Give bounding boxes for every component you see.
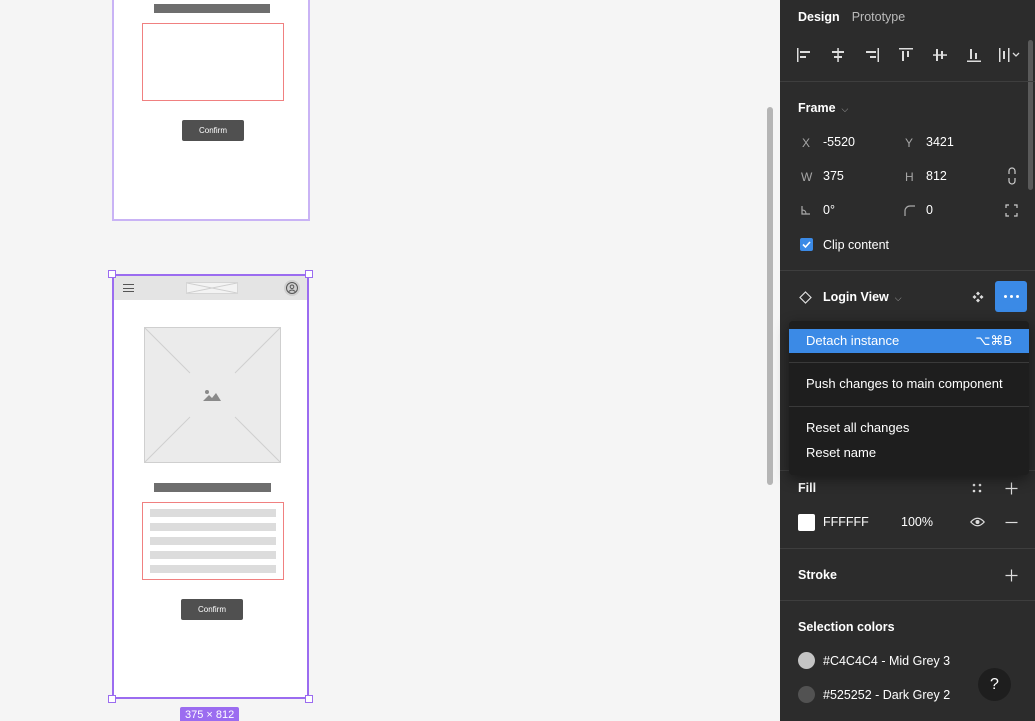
resize-handle-top-left[interactable]: [108, 270, 116, 278]
align-left-icon[interactable]: [794, 44, 814, 66]
add-fill-icon[interactable]: [1004, 481, 1018, 495]
x-label: X: [802, 136, 811, 150]
selection-color-label[interactable]: #C4C4C4 - Mid Grey 3: [823, 654, 950, 668]
divider: [780, 270, 1035, 271]
design-canvas[interactable]: Confirm Confirm 375 × 812: [0, 0, 780, 721]
text-line: [150, 537, 276, 545]
frame-section-title[interactable]: Frame ⌵: [798, 101, 848, 115]
menu-item-label: Detach instance: [806, 333, 900, 348]
size-label: 375 × 812: [180, 707, 240, 721]
image-icon: [203, 390, 221, 401]
menu-item-label: Reset name: [806, 445, 877, 460]
more-options-button[interactable]: [995, 281, 1027, 312]
menu-item-reset-name[interactable]: Reset name: [789, 441, 1029, 465]
clip-content-checkbox[interactable]: [800, 238, 813, 251]
fill-color-swatch[interactable]: [798, 514, 815, 531]
frame-title: Frame: [798, 101, 836, 115]
chevron-down-icon: ⌵: [841, 104, 849, 114]
chevron-down-icon: ⌵: [894, 293, 902, 303]
selection-color-swatch[interactable]: [798, 686, 815, 703]
align-bottom-icon[interactable]: [964, 44, 984, 66]
menu-item-push-changes[interactable]: Push changes to main component: [789, 372, 1029, 396]
go-to-main-component-icon[interactable]: [970, 289, 986, 305]
fill-opacity-input[interactable]: 100%: [901, 515, 933, 529]
width-input[interactable]: 375: [823, 169, 844, 183]
corner-radius-icon: [903, 204, 915, 216]
instance-name: Login View: [823, 290, 889, 304]
tab-prototype[interactable]: Prototype: [852, 10, 906, 24]
logo-placeholder: [186, 282, 238, 294]
confirm-button[interactable]: Confirm: [181, 599, 243, 620]
align-top-icon[interactable]: [896, 44, 916, 66]
phone-header: [114, 276, 307, 300]
frame-login-view[interactable]: Confirm: [112, 274, 309, 699]
heading-placeholder: [154, 483, 271, 492]
selection-colors-title: Selection colors: [798, 620, 895, 634]
resize-handle-bottom-right[interactable]: [305, 695, 313, 703]
h-label: H: [905, 170, 914, 184]
fill-hex-input[interactable]: FFFFFF: [823, 515, 869, 529]
rotation-icon: [800, 204, 812, 216]
component-instance-icon: [798, 290, 812, 304]
text-lines-box: [142, 502, 284, 580]
divider: [780, 600, 1035, 601]
height-input[interactable]: 812: [926, 169, 947, 183]
clip-content-label[interactable]: Clip content: [823, 238, 889, 252]
menu-item-reset-all-changes[interactable]: Reset all changes: [789, 416, 1029, 440]
menu-item-shortcut: ⌥⌘B: [975, 333, 1012, 348]
divider: [780, 81, 1035, 82]
menu-separator: [789, 406, 1029, 407]
corner-radius-input[interactable]: 0: [926, 203, 933, 217]
instance-options-menu: Detach instance ⌥⌘B Push changes to main…: [789, 321, 1029, 475]
align-horizontal-center-icon[interactable]: [828, 44, 848, 66]
menu-item-detach-instance[interactable]: Detach instance ⌥⌘B: [789, 329, 1029, 353]
remove-fill-icon[interactable]: [1004, 515, 1018, 529]
resize-handle-top-right[interactable]: [305, 270, 313, 278]
user-avatar-icon: [284, 280, 300, 296]
x-input[interactable]: -5520: [823, 135, 855, 149]
resize-handle-bottom-left[interactable]: [108, 695, 116, 703]
align-right-icon[interactable]: [862, 44, 882, 66]
hamburger-menu-icon: [123, 284, 134, 292]
fill-section-title: Fill: [798, 481, 817, 495]
style-grid-icon[interactable]: [970, 481, 984, 495]
image-placeholder: [144, 327, 281, 463]
eye-icon[interactable]: [969, 515, 985, 529]
instance-name-dropdown[interactable]: Login View ⌵: [823, 290, 902, 304]
frame-top[interactable]: Confirm: [112, 0, 310, 221]
confirm-button[interactable]: Confirm: [182, 120, 244, 141]
heading-placeholder: [154, 4, 270, 13]
panel-tabs: Design Prototype: [798, 10, 905, 24]
tab-design[interactable]: Design: [798, 10, 840, 24]
divider: [780, 548, 1035, 549]
rotation-input[interactable]: 0°: [823, 203, 835, 217]
menu-item-label: Push changes to main component: [806, 376, 1003, 391]
distribute-icon[interactable]: [998, 44, 1022, 66]
alignment-toolbar: [794, 44, 1022, 66]
text-line: [150, 551, 276, 559]
y-label: Y: [905, 136, 914, 150]
menu-separator: [789, 362, 1029, 363]
text-line: [150, 565, 276, 573]
align-vertical-center-icon[interactable]: [930, 44, 950, 66]
canvas-scrollbar[interactable]: [767, 107, 773, 485]
y-input[interactable]: 3421: [926, 135, 954, 149]
menu-item-label: Reset all changes: [806, 420, 910, 435]
add-stroke-icon[interactable]: [1004, 568, 1018, 582]
stroke-section-title: Stroke: [798, 568, 837, 582]
text-line: [150, 523, 276, 531]
panel-scrollbar[interactable]: [1028, 40, 1033, 190]
text-line: [150, 509, 276, 517]
constrain-proportions-icon[interactable]: [1005, 166, 1019, 186]
content-box: [142, 23, 284, 101]
selection-color-label[interactable]: #525252 - Dark Grey 2: [823, 688, 950, 702]
independent-corners-icon[interactable]: [1004, 203, 1018, 217]
w-label: W: [801, 170, 813, 184]
help-button[interactable]: ?: [978, 668, 1011, 701]
selection-color-swatch[interactable]: [798, 652, 815, 669]
